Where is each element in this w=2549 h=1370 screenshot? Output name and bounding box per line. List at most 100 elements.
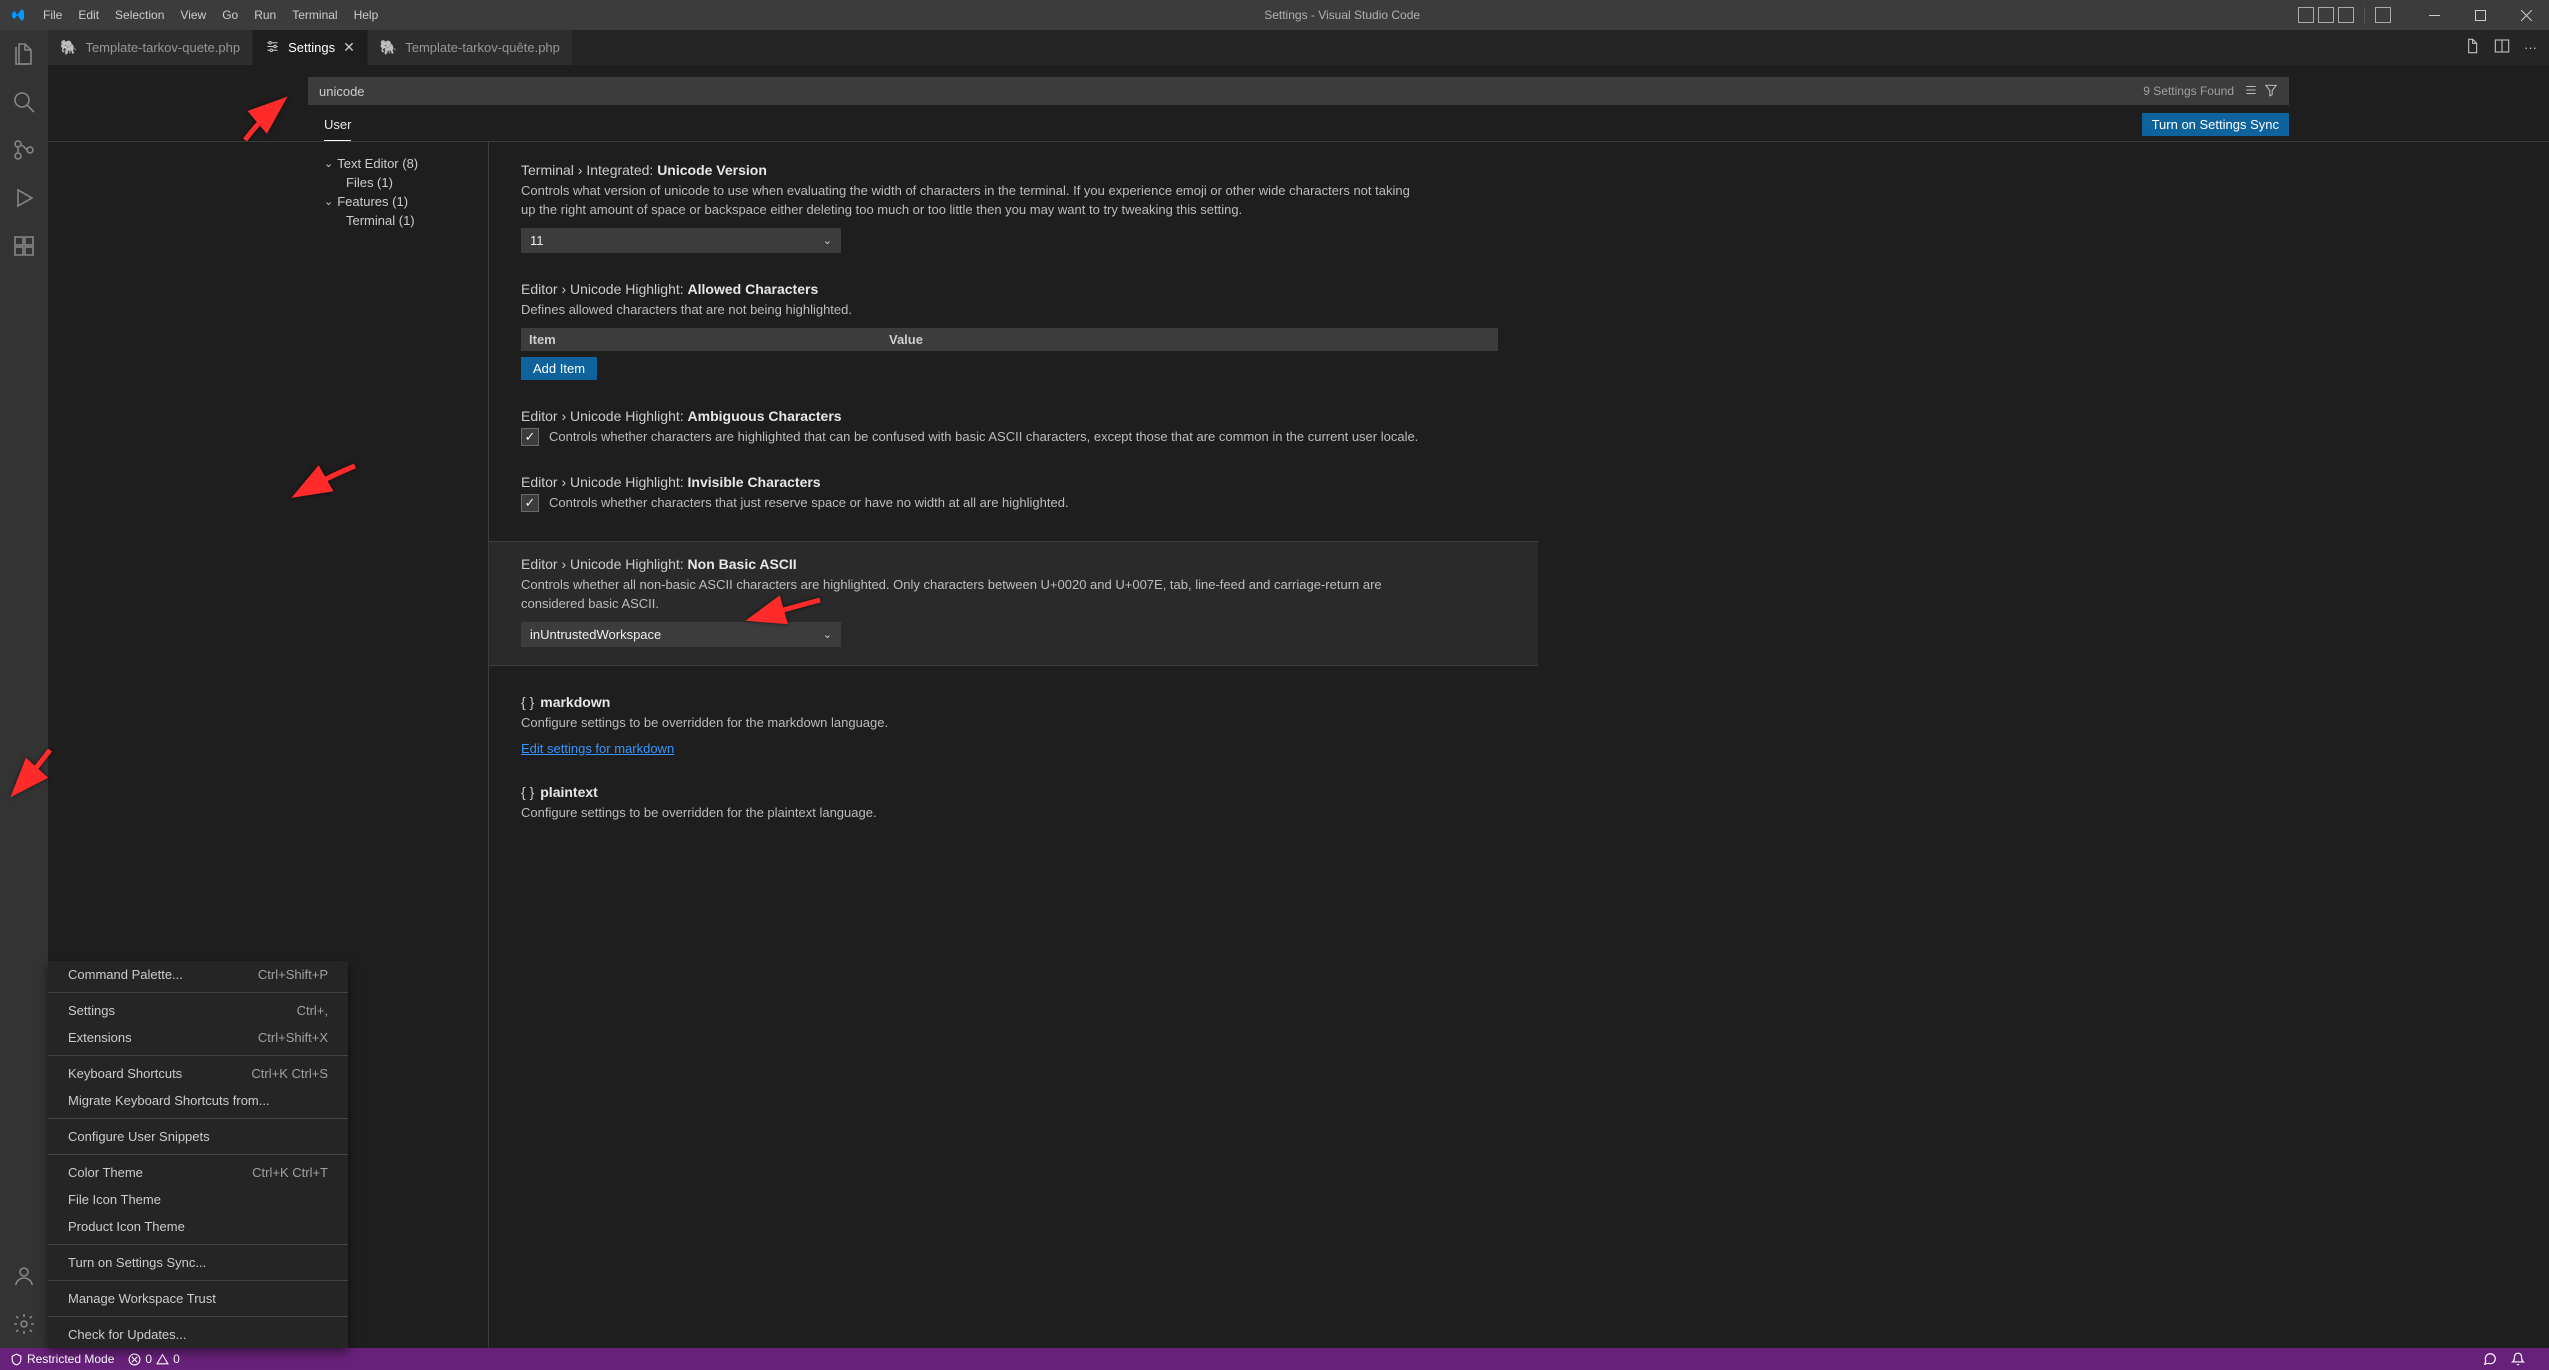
chevron-down-icon: ⌄ <box>823 628 832 641</box>
run-debug-icon[interactable] <box>0 174 48 222</box>
chevron-down-icon: ⌄ <box>324 195 333 208</box>
menu-item-label: Command Palette... <box>68 967 183 982</box>
menu-item-label: File Icon Theme <box>68 1192 161 1207</box>
settings-tab-icon <box>265 39 280 57</box>
accounts-icon[interactable] <box>0 1252 48 1300</box>
invisible-checkbox[interactable]: ✓ <box>521 494 539 512</box>
setting-allowed-characters: Editor › Unicode Highlight: Allowed Char… <box>521 281 1498 380</box>
menu-file[interactable]: File <box>35 0 70 30</box>
settings-search-input[interactable]: unicode 9 Settings Found <box>308 77 2289 105</box>
php-file-icon: 🐘 <box>380 39 397 56</box>
context-menu-item[interactable]: Migrate Keyboard Shortcuts from... <box>48 1087 348 1114</box>
search-value: unicode <box>319 84 2143 99</box>
context-menu-item[interactable]: Product Icon Theme <box>48 1213 348 1240</box>
chevron-down-icon: ⌄ <box>823 234 832 247</box>
setting-scope: Terminal › Integrated: <box>521 162 653 178</box>
toc-terminal[interactable]: Terminal (1) <box>324 211 488 230</box>
menu-go[interactable]: Go <box>214 0 246 30</box>
setting-non-basic-ascii: Editor › Unicode Highlight: Non Basic AS… <box>489 541 1538 666</box>
restricted-mode-indicator[interactable]: Restricted Mode <box>10 1352 114 1366</box>
toc-text-editor[interactable]: ⌄Text Editor (8) <box>324 154 488 173</box>
menu-view[interactable]: View <box>172 0 214 30</box>
context-menu-item[interactable]: Command Palette... Ctrl+Shift+P <box>48 961 348 988</box>
braces-icon: { } <box>521 694 534 710</box>
menu-edit[interactable]: Edit <box>70 0 107 30</box>
setting-desc: Controls whether all non-basic ASCII cha… <box>521 576 1421 614</box>
setting-name: Invisible Characters <box>688 474 821 490</box>
context-menu-item[interactable]: Color ThemeCtrl+K Ctrl+T <box>48 1159 348 1186</box>
activitybar <box>0 30 48 1348</box>
settings-content[interactable]: Terminal › Integrated: Unicode Version C… <box>488 142 1538 1348</box>
col-item: Item <box>521 328 881 351</box>
context-menu-item[interactable]: Turn on Settings Sync... <box>48 1249 348 1276</box>
menu-item-shortcut: Ctrl+Shift+X <box>258 1030 328 1045</box>
problems-indicator[interactable]: 0 0 <box>128 1352 179 1366</box>
feedback-icon[interactable] <box>2483 1352 2497 1366</box>
context-menu-item[interactable]: File Icon Theme <box>48 1186 348 1213</box>
tab-settings[interactable]: Settings ✕ <box>253 30 368 65</box>
setting-name: Allowed Characters <box>688 281 819 297</box>
menu-item-shortcut: Ctrl+K Ctrl+S <box>251 1066 328 1081</box>
menu-selection[interactable]: Selection <box>107 0 172 30</box>
split-editor-icon[interactable] <box>2494 38 2510 57</box>
context-menu-item[interactable]: Extensions Ctrl+Shift+X <box>48 1024 348 1051</box>
open-settings-json-icon[interactable] <box>2464 38 2480 57</box>
menu-item-label: Extensions <box>68 1030 132 1045</box>
tab-template-tarkov-quete[interactable]: 🐘 Template-tarkov-quete.php <box>48 30 253 65</box>
search-icon[interactable] <box>0 78 48 126</box>
manage-gear-icon[interactable] <box>0 1300 48 1348</box>
more-actions-icon[interactable]: ··· <box>2524 40 2537 55</box>
setting-desc: Controls whether characters that just re… <box>549 494 1069 513</box>
edit-markdown-link[interactable]: Edit settings for markdown <box>521 741 674 756</box>
setting-name: Ambiguous Characters <box>688 408 842 424</box>
setting-invisible-characters: Editor › Unicode Highlight: Invisible Ch… <box>521 474 1498 513</box>
context-menu-item[interactable]: Manage Workspace Trust <box>48 1285 348 1312</box>
unicode-version-select[interactable]: 11⌄ <box>521 228 841 253</box>
layout-toggle-bottom-icon[interactable] <box>2318 7 2334 23</box>
context-menu-item[interactable]: Keyboard Shortcuts Ctrl+K Ctrl+S <box>48 1060 348 1087</box>
titlebar: File Edit Selection View Go Run Terminal… <box>0 0 2549 30</box>
settings-sync-button[interactable]: Turn on Settings Sync <box>2142 113 2289 136</box>
ambiguous-checkbox[interactable]: ✓ <box>521 428 539 446</box>
setting-scope: Editor › Unicode Highlight: <box>521 556 684 572</box>
setting-desc: Configure settings to be overridden for … <box>521 714 1421 733</box>
setting-scope: Editor › Unicode Highlight: <box>521 474 684 490</box>
menu-help[interactable]: Help <box>346 0 387 30</box>
menu-run[interactable]: Run <box>246 0 284 30</box>
menu-item-shortcut: Ctrl+Shift+P <box>258 967 328 982</box>
minimize-button[interactable] <box>2411 0 2457 30</box>
filter-icon[interactable] <box>2264 83 2278 100</box>
customize-layout-icon[interactable] <box>2375 7 2391 23</box>
clear-search-icon[interactable] <box>2244 83 2258 100</box>
context-menu-item[interactable]: Configure User Snippets <box>48 1123 348 1150</box>
toc-files[interactable]: Files (1) <box>324 173 488 192</box>
add-item-button[interactable]: Add Item <box>521 357 597 380</box>
menu-item-label: Check for Updates... <box>68 1327 187 1342</box>
menu-item-label: Product Icon Theme <box>68 1219 185 1234</box>
layout-toggle-left-icon[interactable] <box>2298 7 2314 23</box>
explorer-icon[interactable] <box>0 30 48 78</box>
notifications-icon[interactable] <box>2511 1352 2525 1366</box>
scope-user-tab[interactable]: User <box>324 111 351 141</box>
chevron-down-icon: ⌄ <box>324 157 333 170</box>
non-basic-ascii-select[interactable]: inUntrustedWorkspace⌄ <box>521 622 841 647</box>
allowed-chars-table-header: Item Value <box>521 328 1498 351</box>
tab-close-icon[interactable]: ✕ <box>343 39 355 56</box>
editor-tabbar: 🐘 Template-tarkov-quete.php Settings ✕ 🐘… <box>48 30 2549 65</box>
context-menu-item[interactable]: Check for Updates... <box>48 1321 348 1348</box>
setting-desc: Controls what version of unicode to use … <box>521 182 1421 220</box>
menu-separator <box>48 1118 348 1119</box>
menu-terminal[interactable]: Terminal <box>284 0 345 30</box>
layout-toggle-right-icon[interactable] <box>2338 7 2354 23</box>
maximize-button[interactable] <box>2457 0 2503 30</box>
setting-name: Unicode Version <box>657 162 767 178</box>
source-control-icon[interactable] <box>0 126 48 174</box>
col-value: Value <box>881 328 1498 351</box>
tab-template-tarkov-quete-accent[interactable]: 🐘 Template-tarkov-quête.php <box>368 30 573 65</box>
menu-item-shortcut: Ctrl+, <box>297 1003 328 1018</box>
close-button[interactable] <box>2503 0 2549 30</box>
context-menu-item[interactable]: SettingsCtrl+, <box>48 997 348 1024</box>
extensions-icon[interactable] <box>0 222 48 270</box>
toc-features[interactable]: ⌄Features (1) <box>324 192 488 211</box>
menu-item-label: Keyboard Shortcuts <box>68 1066 182 1081</box>
